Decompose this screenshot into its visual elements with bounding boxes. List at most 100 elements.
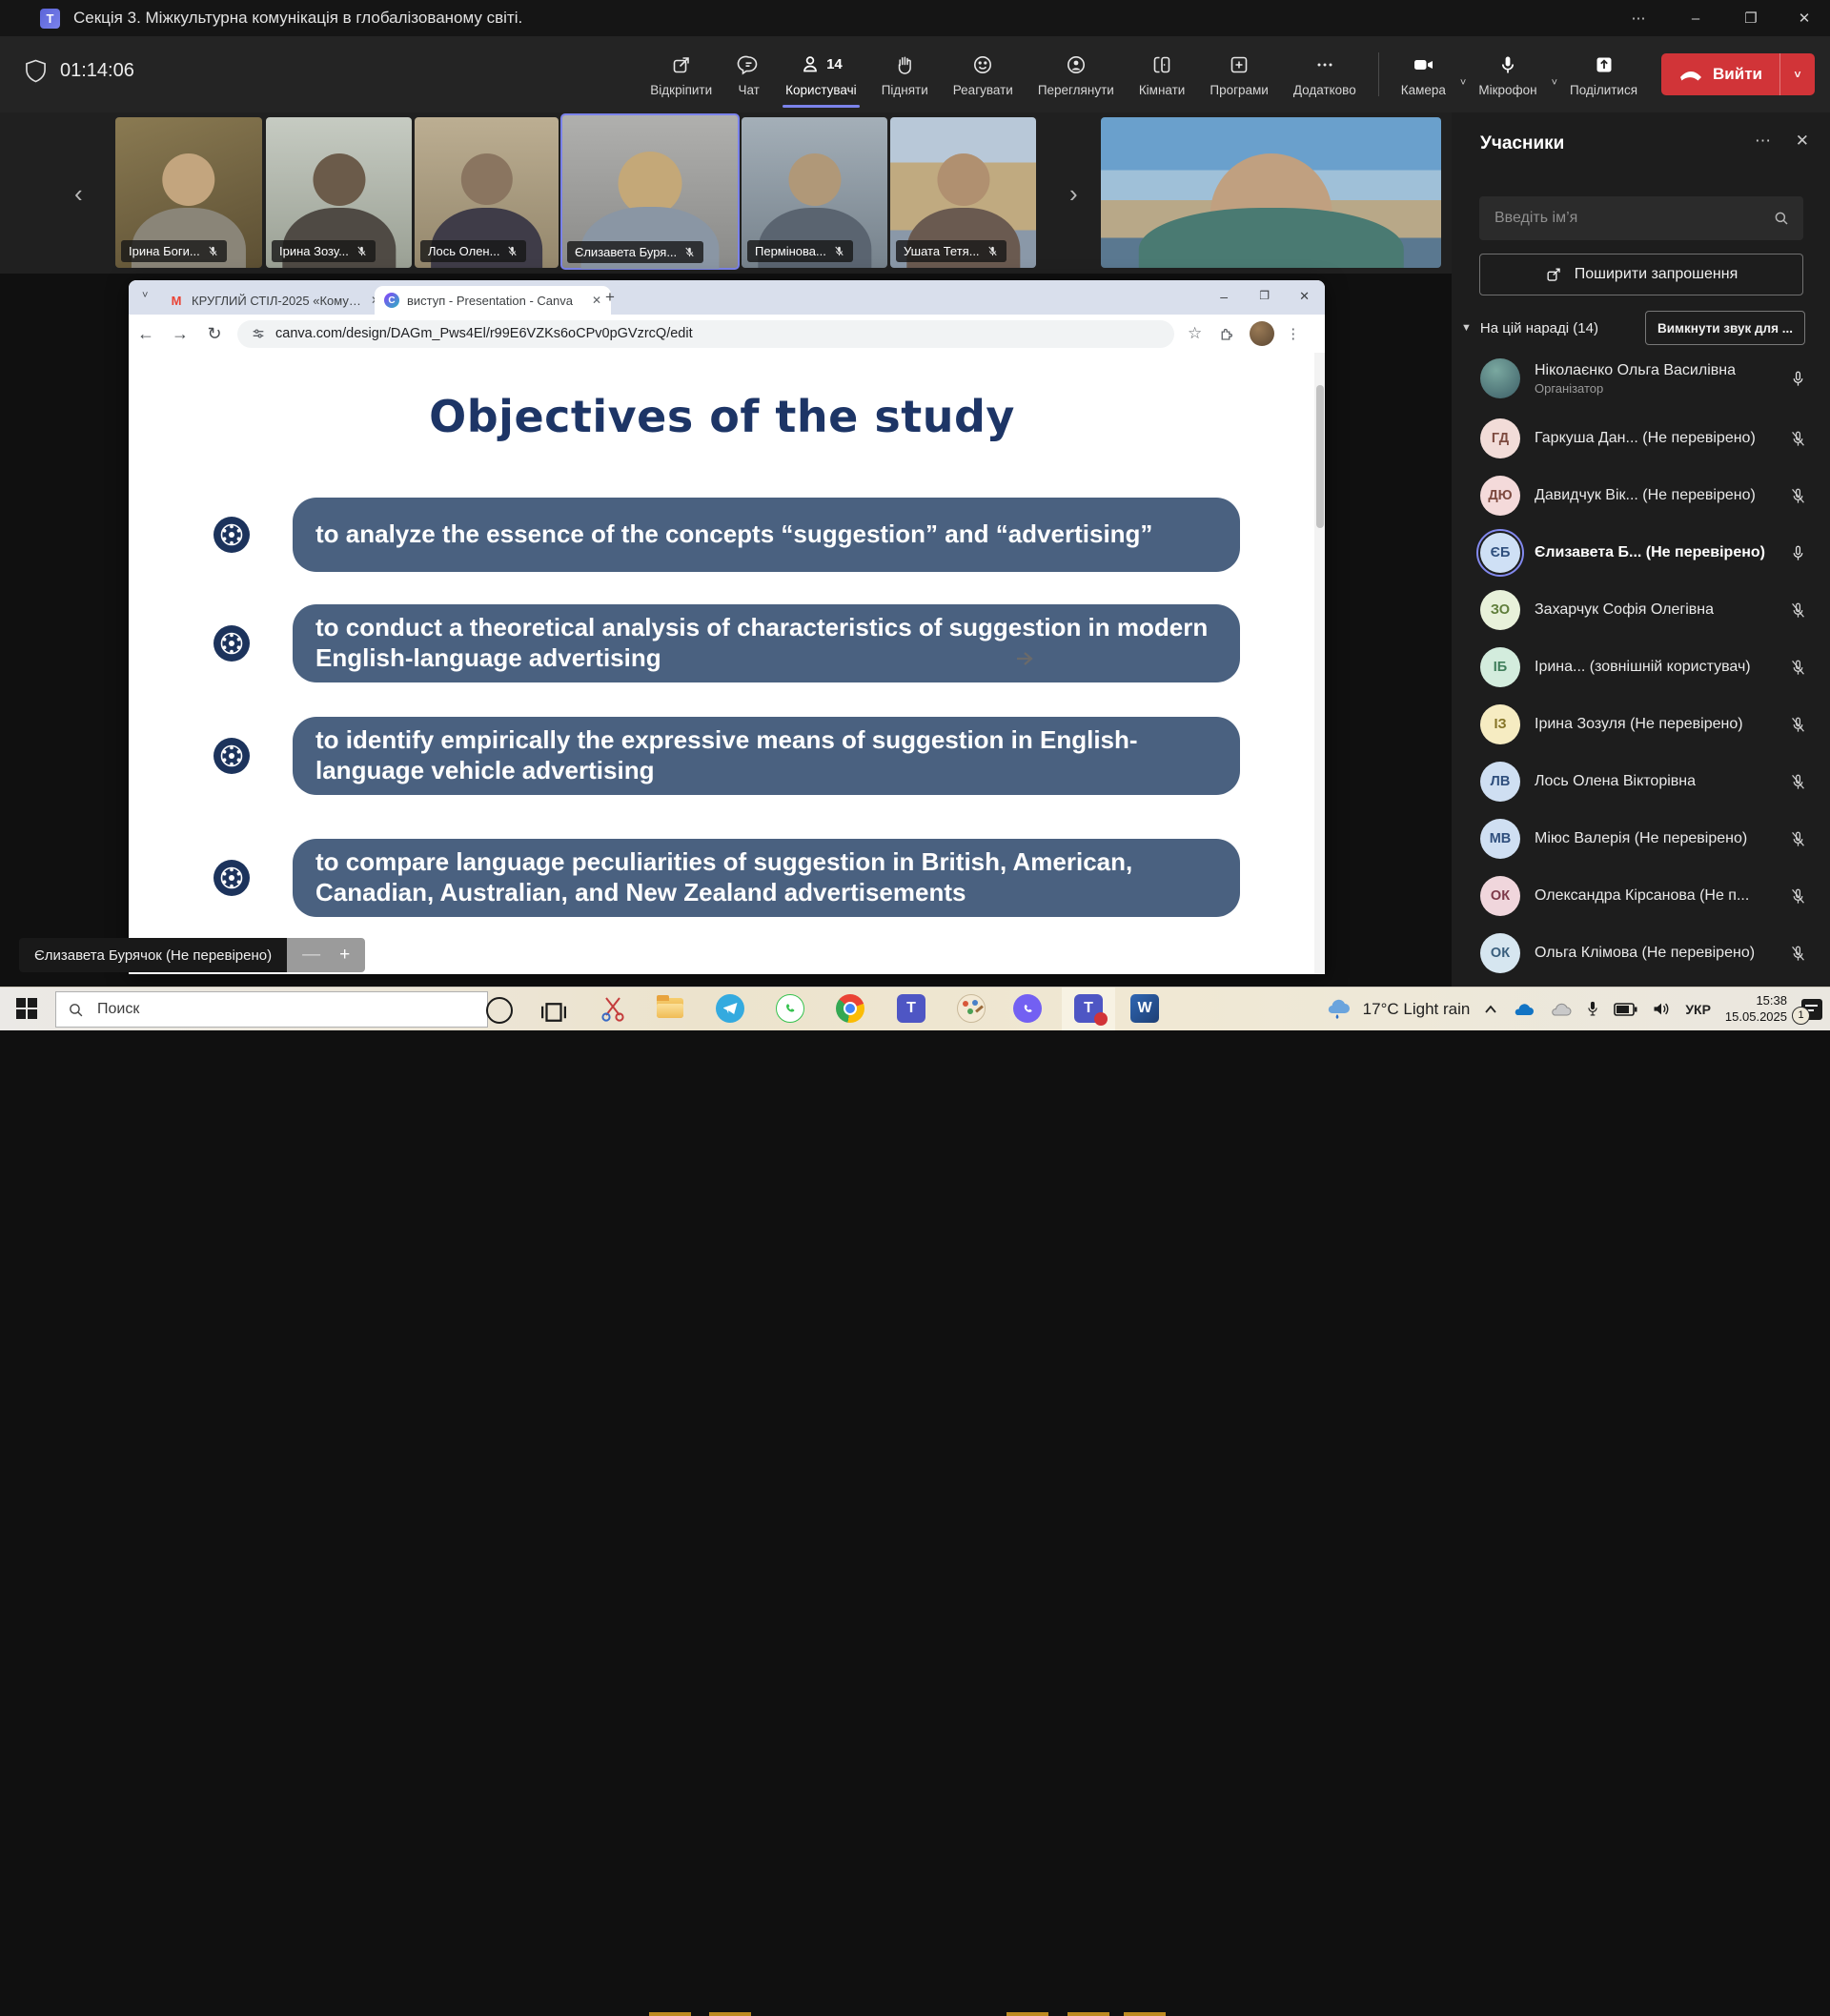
mic-off-icon[interactable] [1789,773,1807,791]
teams-chat-icon[interactable]: T [1074,994,1103,1023]
reload-icon[interactable]: ↻ [197,324,232,344]
file-explorer-icon[interactable] [656,994,684,1023]
volume-icon[interactable] [1652,1001,1671,1017]
mic-off-icon[interactable] [1789,487,1807,505]
participant-search[interactable] [1479,196,1803,240]
participant-row-speaking[interactable]: ЄБ Єлизавета Б... (Не перевірено) [1452,524,1830,581]
whatsapp-icon[interactable] [776,994,804,1023]
extensions-icon[interactable] [1217,325,1234,342]
new-tab-button[interactable]: + [605,288,615,307]
video-tile[interactable]: Ушата Тетя... [890,117,1036,268]
taskbar-search-input[interactable] [95,1000,476,1019]
participant-row[interactable]: ГД Гаркуша Дан... (Не перевірено) [1452,410,1830,467]
telegram-icon[interactable] [716,994,744,1023]
clock[interactable]: 15:38 15.05.2025 [1725,993,1787,1025]
browser-scrollbar[interactable] [1314,353,1325,974]
window-maximize-button[interactable]: ❐ [1729,0,1773,36]
browser-maximize-button[interactable]: ❐ [1259,289,1270,302]
react-button[interactable]: Реагувати [941,36,1026,112]
mic-on-icon[interactable] [1789,370,1807,388]
video-tile-large[interactable] [1101,117,1441,268]
panel-close-icon[interactable]: ✕ [1796,132,1809,151]
more-button[interactable]: Додатково [1281,36,1369,112]
teams-icon[interactable]: T [897,994,925,1023]
start-button[interactable] [16,998,37,1019]
bookmark-star-icon[interactable]: ☆ [1188,324,1202,343]
participant-row[interactable]: ДЮ Давидчук Вік... (Не перевірено) [1452,467,1830,524]
participant-row[interactable]: ІБ Ірина... (зовнішній користувач) [1452,639,1830,696]
browser-close-button[interactable]: ✕ [1299,289,1310,304]
cortana-icon[interactable] [486,997,513,1024]
participant-row[interactable]: ЗО Захарчук Софія Олегівна [1452,581,1830,639]
share-button[interactable]: Поділитися [1557,36,1650,112]
forward-icon[interactable]: → [163,324,197,344]
chat-button[interactable]: Чат [724,36,773,112]
strip-scroll-right-chevron[interactable]: › [1069,179,1078,209]
video-tile[interactable]: Пермінова... [742,117,887,268]
chrome-icon[interactable] [836,994,864,1023]
mic-off-icon[interactable] [1789,601,1807,620]
strip-scroll-left-chevron[interactable]: ‹ [74,179,83,209]
mute-all-button[interactable]: Вимкнути звук для ... [1645,311,1805,345]
video-tile[interactable]: Ірина Боги... [115,117,262,268]
window-more-button[interactable]: ⋯ [1616,0,1660,36]
notification-center-icon[interactable]: 1 [1801,999,1822,1020]
apps-button[interactable]: Програми [1197,36,1280,112]
hidden-icons-chevron[interactable] [1484,1005,1497,1014]
zoom-in-button[interactable]: + [339,945,350,966]
in-meeting-section-header[interactable]: ▼ На цій нараді (14) Вимкнути звук для .… [1461,311,1820,345]
participant-row[interactable]: ІЗ Ірина Зозуля (Не перевірено) [1452,696,1830,753]
participant-row[interactable]: ЛВ Лось Олена Вікторівна [1452,753,1830,810]
task-view-icon[interactable] [539,998,568,1027]
mic-off-icon[interactable] [1789,430,1807,448]
video-tile[interactable]: Лось Олен... [415,117,559,268]
rooms-button[interactable]: Кімнати [1127,36,1198,112]
taskbar-search[interactable] [55,991,488,1028]
leave-button[interactable]: Вийти ˅ [1661,53,1815,95]
window-minimize-button[interactable]: – [1674,0,1718,36]
video-tile-selected[interactable]: Єлизавета Буря... [561,114,739,269]
browser-minimize-button[interactable]: – [1220,289,1228,304]
unpin-button[interactable]: Відкріпити [638,36,724,112]
tab-active[interactable]: C виступ - Presentation - Canva ✕ [375,286,611,315]
mic-off-icon[interactable] [1789,659,1807,677]
battery-icon[interactable] [1614,1003,1637,1016]
participants-button[interactable]: 14 Користувачі [773,36,869,112]
back-icon[interactable]: ← [129,324,163,344]
tray-mic-icon[interactable] [1586,1000,1599,1018]
window-close-button[interactable]: ✕ [1782,0,1826,36]
mic-off-icon[interactable] [1789,887,1807,906]
participant-row[interactable]: ОК Олександра Кірсанова (Не п... [1452,867,1830,925]
paint-icon[interactable] [957,994,986,1023]
viber-icon[interactable] [1013,994,1042,1023]
profile-avatar[interactable] [1250,321,1274,346]
tab-inactive[interactable]: M КРУГЛИЙ СТІЛ-2025 «Комуні... ✕ [159,286,390,315]
browser-menu-icon[interactable]: ⋮ [1286,325,1300,342]
cloud-sync-icon[interactable] [1549,1001,1572,1017]
participant-search-input[interactable] [1479,210,1773,227]
language-indicator[interactable]: УКР [1685,1002,1711,1017]
mic-off-icon[interactable] [1789,830,1807,848]
word-icon[interactable]: W [1130,994,1159,1023]
camera-button[interactable]: Камера [1389,36,1458,112]
participant-row[interactable]: МВ Міюс Валерія (Не перевірено) [1452,810,1830,867]
url-field[interactable]: canva.com/design/DAGm_Pws4El/r99E6VZKs6o… [237,320,1174,348]
mic-off-icon[interactable] [1789,716,1807,734]
onedrive-icon[interactable] [1512,1001,1535,1017]
tab-search-chevron[interactable]: ˅ [142,290,148,301]
view-button[interactable]: Переглянути [1026,36,1127,112]
mic-off-icon[interactable] [1789,945,1807,963]
mic-on-icon[interactable] [1789,544,1807,562]
video-tile[interactable]: Ірина Зозу... [266,117,412,268]
tab-close-icon[interactable]: ✕ [592,294,601,307]
participant-row[interactable]: ОК Ольга Клімова (Не перевірено) [1452,925,1830,982]
raise-hand-button[interactable]: Підняти [869,36,941,112]
share-invite-button[interactable]: Поширити запрошення [1479,254,1803,295]
leave-options-chevron[interactable]: ˅ [1779,53,1815,95]
scrollbar-thumb[interactable] [1316,385,1324,528]
microphone-button[interactable]: Мікрофон [1466,36,1549,112]
weather-widget[interactable]: 17°C Light rain [1325,998,1471,1021]
zoom-out-button[interactable]: — [302,945,320,966]
snipping-tool-icon[interactable] [599,994,627,1023]
participant-row[interactable]: Ніколаєнко Ольга Василівна Організатор [1452,347,1830,410]
